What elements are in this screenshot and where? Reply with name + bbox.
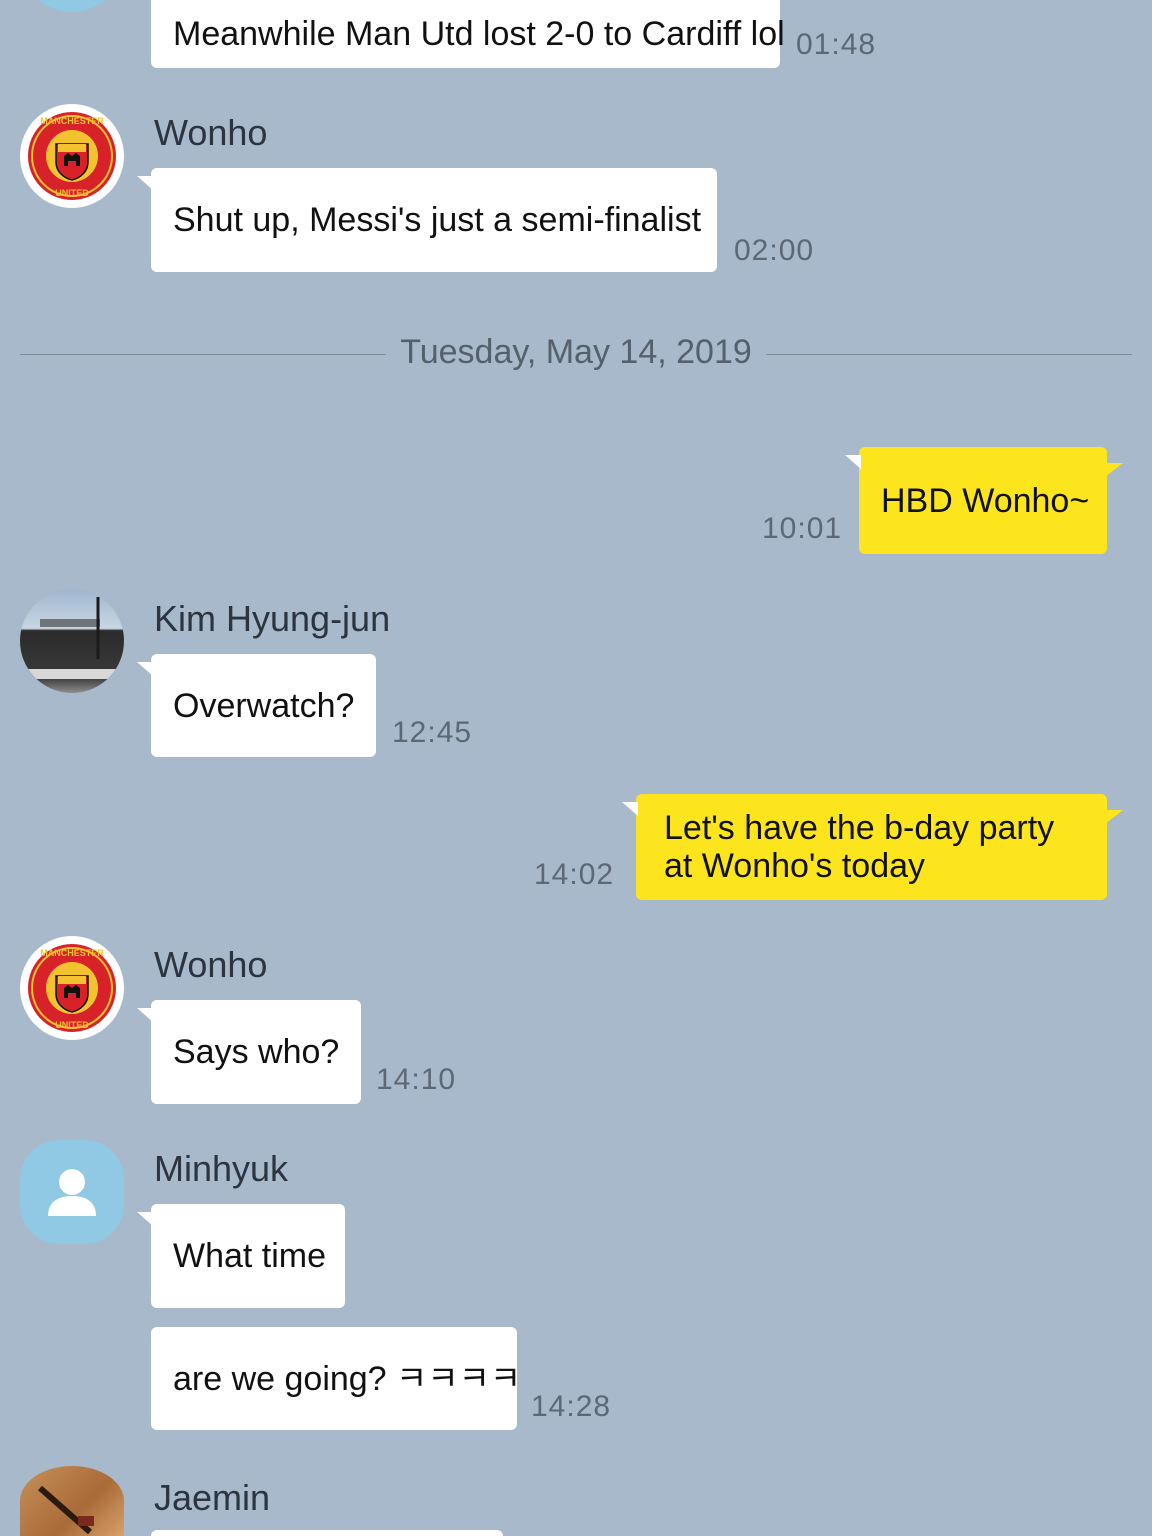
message-time: 10:01 xyxy=(762,512,843,545)
crest-bottom-text: UNITED xyxy=(55,1020,89,1030)
avatar-wonho[interactable]: MANCHESTER UNITED xyxy=(20,104,124,208)
message-bubble[interactable]: What time xyxy=(137,1204,345,1308)
crest-bottom-text: UNITED xyxy=(55,188,89,198)
manchester-united-crest-icon: MANCHESTER UNITED xyxy=(21,105,123,207)
message-time: 14:10 xyxy=(376,1063,457,1096)
avatar[interactable] xyxy=(20,0,124,12)
message-text-line: Let's have the b-day party xyxy=(664,809,1055,847)
message-text: are we going? ㅋㅋㅋㅋ xyxy=(173,1359,522,1398)
sender-name: Minhyuk xyxy=(154,1148,289,1189)
avatar-kim-hyung-jun[interactable] xyxy=(20,589,124,693)
message-bubble[interactable]: Shut up, Messi's just a semi-finalist xyxy=(137,168,717,272)
manchester-united-crest-icon: MANCHESTER UNITED xyxy=(21,937,123,1039)
sender-name: Jaemin xyxy=(154,1477,271,1518)
date-divider-line-right xyxy=(766,354,1132,355)
my-message-bubble[interactable]: Let's have the b-day party at Wonho's to… xyxy=(622,794,1123,900)
message-text: What time xyxy=(173,1237,327,1275)
message-bubble[interactable]: Says who? xyxy=(137,1000,361,1104)
message-bubble[interactable]: Overwatch? xyxy=(137,654,376,757)
person-icon xyxy=(48,1169,96,1216)
message-time: 01:48 xyxy=(796,28,877,61)
profile-photo xyxy=(38,1485,94,1535)
message-bubble[interactable] xyxy=(151,1530,503,1536)
message-text-line: at Wonho's today xyxy=(664,847,926,885)
message-bubble[interactable]: are we going? ㅋㅋㅋㅋ xyxy=(151,1327,521,1430)
message-time: 14:28 xyxy=(531,1390,612,1423)
message-bubble[interactable]: Meanwhile Man Utd lost 2-0 to Cardiff lo… xyxy=(151,0,785,68)
message-text: Meanwhile Man Utd lost 2-0 to Cardiff lo… xyxy=(173,15,785,53)
sender-name: Wonho xyxy=(154,944,268,985)
message-text: HBD Wonho~ xyxy=(881,481,1090,520)
avatar-jaemin[interactable] xyxy=(20,1466,124,1536)
crest-top-text: MANCHESTER xyxy=(40,116,104,126)
message-time: 12:45 xyxy=(392,716,473,749)
my-message-bubble[interactable]: HBD Wonho~ xyxy=(845,447,1123,554)
message-text: Says who? xyxy=(173,1033,340,1071)
profile-photo xyxy=(20,597,124,679)
message-text: Overwatch? xyxy=(173,686,355,725)
message-text: Shut up, Messi's just a semi-finalist xyxy=(173,201,702,239)
avatar-minhyuk[interactable] xyxy=(20,1140,124,1244)
crest-top-text: MANCHESTER xyxy=(40,948,104,958)
avatar-wonho[interactable]: MANCHESTER UNITED xyxy=(20,936,124,1040)
sender-name: Wonho xyxy=(154,112,268,153)
message-time: 14:02 xyxy=(534,858,615,891)
message-time: 02:00 xyxy=(734,234,815,267)
date-separator: Tuesday, May 14, 2019 xyxy=(400,333,752,371)
sender-name: Kim Hyung-jun xyxy=(154,598,391,639)
